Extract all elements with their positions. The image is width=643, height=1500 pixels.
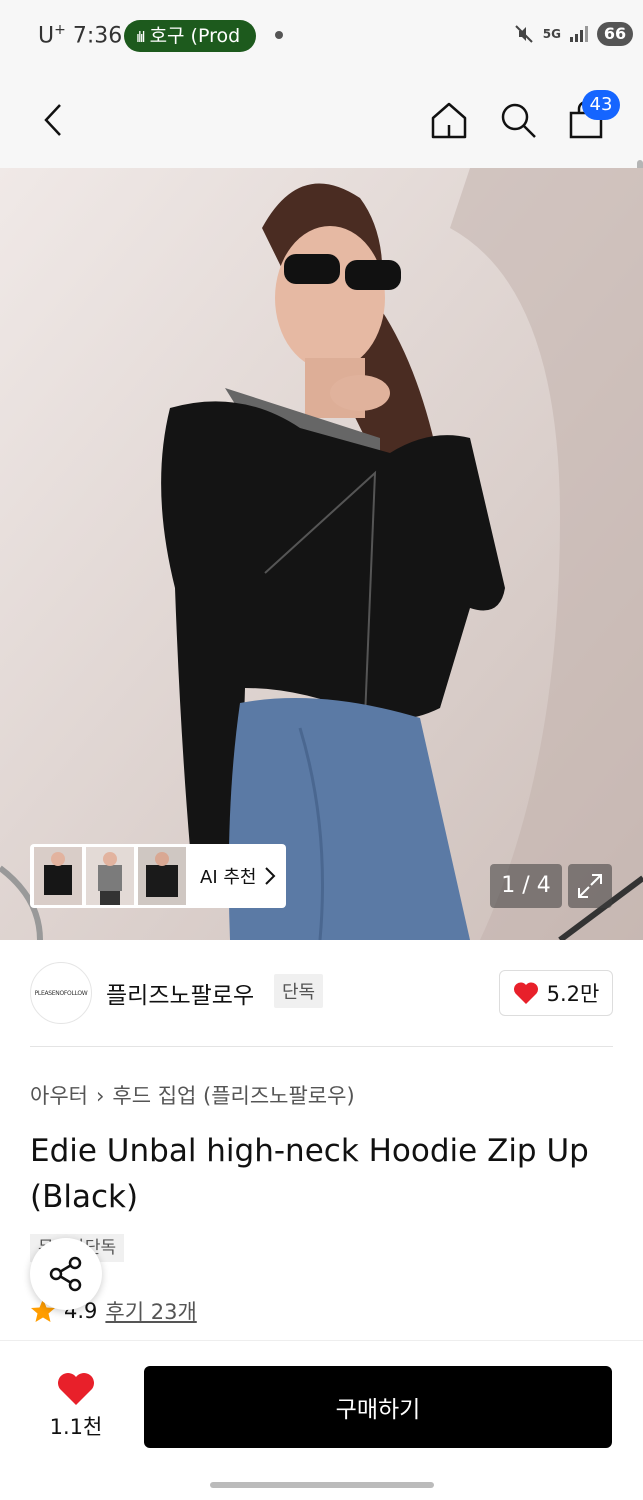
mute-icon	[515, 25, 533, 43]
recommend-thumb-1[interactable]	[34, 847, 82, 905]
network-type-icon: 5G	[542, 27, 561, 41]
search-icon	[501, 103, 536, 138]
bottom-action-bar: 1.1천 구매하기	[0, 1340, 643, 1471]
recommend-thumb-3[interactable]	[138, 847, 186, 905]
brand-row: PLEASENOFOLLOW 플리즈노팔로우 단독 5.2만	[30, 960, 613, 1024]
product-photo	[0, 168, 643, 940]
breadcrumb-category[interactable]: 아우터	[30, 1084, 88, 1108]
battery-icon: 66	[597, 22, 633, 46]
product-image-gallery[interactable]: AI 추천 1 / 4	[0, 168, 643, 940]
back-button[interactable]	[30, 96, 78, 144]
reviews-link[interactable]: 후기 23개	[105, 1296, 196, 1326]
expand-icon	[578, 874, 602, 898]
breadcrumb: 아우터 › 후드 집업 (플리즈노팔로우)	[30, 1080, 355, 1110]
cart-button[interactable]: 43	[562, 90, 620, 144]
divider	[30, 1046, 613, 1047]
breadcrumb-separator-icon: ›	[95, 1084, 105, 1108]
search-button[interactable]	[494, 96, 542, 144]
recommend-thumb-2[interactable]	[86, 847, 134, 905]
ai-recommend-label: AI 추천	[200, 867, 257, 888]
heart-icon	[58, 1373, 94, 1405]
top-nav: 43	[0, 72, 643, 230]
expand-image-button[interactable]	[568, 864, 612, 908]
chevron-right-icon	[265, 867, 276, 885]
cart-count-badge: 43	[582, 90, 620, 120]
buy-button[interactable]: 구매하기	[144, 1366, 612, 1448]
home-button[interactable]	[425, 96, 473, 144]
wishlist-count: 1.1천	[49, 1415, 103, 1439]
ongoing-call-pill[interactable]: ılıl 호구 (Prod	[124, 20, 256, 52]
carrier-time: U+ 7:36	[38, 22, 122, 48]
chevron-left-icon	[44, 104, 61, 136]
breadcrumb-subcategory[interactable]: 후드 집업 (플리즈노팔로우)	[112, 1084, 354, 1108]
status-icons: 5G 66	[513, 22, 633, 46]
notification-dot-icon	[275, 31, 283, 39]
brand-exclusive-tag: 단독	[274, 974, 324, 1008]
home-icon	[431, 102, 467, 139]
share-icon	[49, 1256, 82, 1292]
ai-recommend-strip[interactable]: AI 추천	[30, 844, 286, 908]
wishlist-button[interactable]: 1.1천	[40, 1371, 112, 1441]
image-counter: 1 / 4	[490, 864, 562, 908]
brand-name[interactable]: 플리즈노팔로우	[106, 976, 254, 1010]
call-label: 호구 (Prod	[149, 25, 241, 47]
home-indicator[interactable]	[210, 1482, 434, 1488]
product-title: Edie Unbal high-neck Hoodie Zip Up (Blac…	[30, 1133, 589, 1215]
carrier-label: U	[38, 23, 55, 49]
heart-icon	[513, 982, 538, 1004]
carrier-plus: +	[54, 22, 66, 38]
share-button[interactable]	[30, 1238, 102, 1310]
brand-like-count: 5.2만	[546, 982, 600, 1006]
call-wave-icon: ılıl	[136, 30, 145, 46]
brand-like-button[interactable]: 5.2만	[499, 970, 613, 1016]
status-bar: U+ 7:36 ılıl 호구 (Prod 5G 66	[0, 0, 643, 72]
signal-icon	[570, 26, 588, 42]
brand-logo[interactable]: PLEASENOFOLLOW	[30, 962, 92, 1024]
clock: 7:36	[72, 23, 123, 49]
